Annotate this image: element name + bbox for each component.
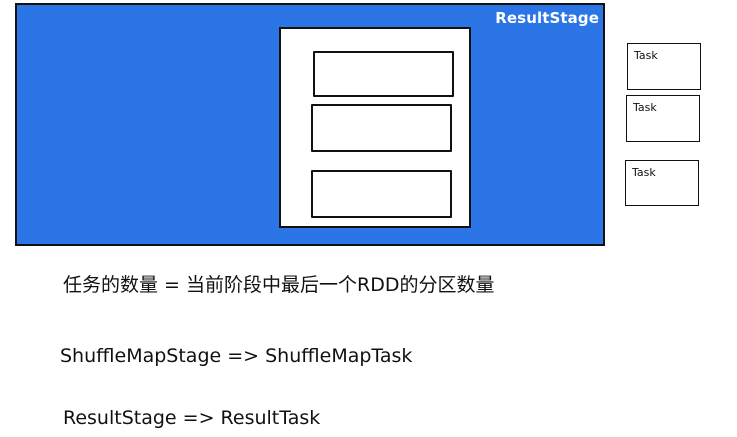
task-label-2: Task [633,101,657,114]
task-label-1: Task [634,49,658,62]
task-box-2: Task [626,95,700,142]
result-stage-box: ResultStage [15,3,605,246]
stage-label: ResultStage [495,9,599,27]
task-count-formula: 任务的数量 = 当前阶段中最后一个RDD的分区数量 [63,274,495,296]
task-box-3: Task [625,160,699,206]
partition-2 [311,104,452,152]
shuffle-map-mapping: ShuffleMapStage => ShuffleMapTask [60,345,413,367]
partition-1 [313,51,454,97]
task-box-1: Task [627,43,701,90]
rdd-box [279,27,471,228]
partition-3 [311,170,452,218]
task-label-3: Task [632,166,656,179]
result-mapping: ResultStage => ResultTask [63,407,321,429]
